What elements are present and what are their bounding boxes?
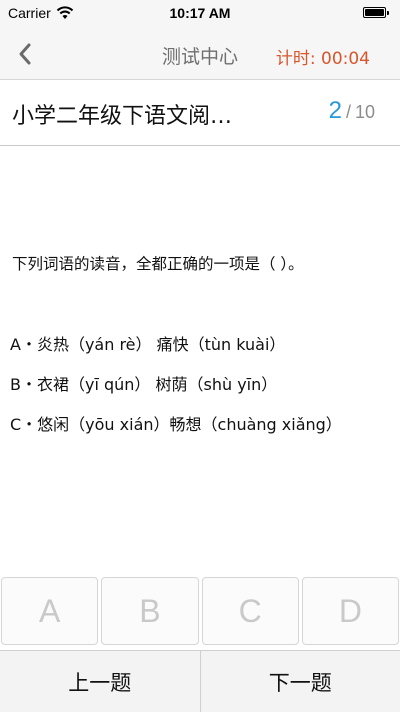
bottom-nav: 上一题 下一题 — [0, 650, 400, 712]
answer-c-button[interactable]: C — [201, 577, 299, 645]
option-a-text: A・炎热（yán rè） 痛快（tùn kuài） — [10, 335, 286, 354]
current-question-number: 2 — [328, 97, 342, 124]
status-bar: Carrier 10:17 AM — [0, 0, 400, 28]
next-question-button[interactable]: 下一题 — [201, 651, 400, 712]
timer-label: 计时: 00:04 — [275, 49, 370, 69]
battery-nub — [387, 11, 389, 15]
question-progress: 2 / 10 — [329, 97, 375, 125]
paper-title: 小学二年级下语文阅… — [12, 104, 233, 129]
option-b-text: B・衣裙（yī qún） 树荫（shù yīn） — [10, 375, 278, 394]
answer-a-button[interactable]: A — [1, 577, 99, 645]
screen: Carrier 10:17 AM 测试中心 计时: 00:04 小学二年级下语文… — [0, 0, 400, 712]
option-c-text: C・悠闲（yōu xián）畅想（chuàng xiǎng） — [10, 415, 342, 434]
total-question-count: 10 — [354, 102, 375, 122]
answer-buttons: A B C D — [0, 577, 400, 649]
question-text: 下列词语的读音，全都正确的一项是（ ）。 — [12, 255, 304, 273]
battery-icon — [363, 7, 389, 18]
status-time: 10:17 AM — [169, 5, 231, 21]
paper-header: 小学二年级下语文阅… 2 / 10 — [0, 80, 400, 146]
answer-b-button[interactable]: B — [101, 577, 199, 645]
prev-question-button[interactable]: 上一题 — [0, 651, 200, 712]
battery-fill — [365, 9, 384, 16]
option-list: A・炎热（yán rè） 痛快（tùn kuài） B・衣裙（yī qún） 树… — [10, 334, 395, 454]
progress-separator: / — [345, 102, 351, 122]
nav-bar: 测试中心 计时: 00:04 — [0, 28, 400, 80]
answer-d-button[interactable]: D — [301, 577, 399, 645]
